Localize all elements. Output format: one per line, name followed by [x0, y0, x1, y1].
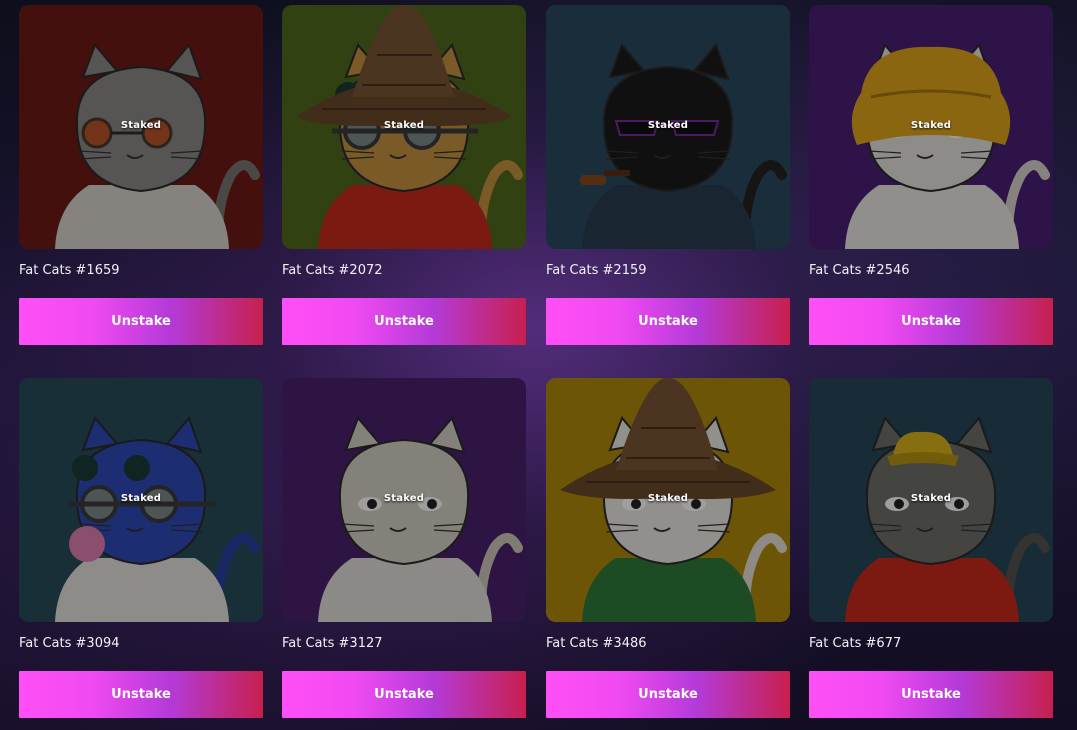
nft-image[interactable]: Staked [19, 378, 263, 622]
unstake-button[interactable]: Unstake [282, 298, 526, 345]
nft-image[interactable]: Staked [546, 378, 790, 622]
nft-name: Fat Cats #2546 [809, 263, 910, 278]
unstake-button[interactable]: Unstake [809, 298, 1053, 345]
nft-image[interactable]: Staked [546, 5, 790, 249]
nft-card: Staked Fat Cats #2546 Unstake [809, 5, 1053, 345]
unstake-button[interactable]: Unstake [809, 671, 1053, 718]
nft-name: Fat Cats #3127 [282, 636, 383, 651]
nft-image[interactable]: Staked [809, 5, 1053, 249]
staked-badge: Staked [910, 493, 952, 504]
nft-image[interactable]: Staked [282, 5, 526, 249]
nft-card: Staked Fat Cats #2072 Unstake [282, 5, 526, 345]
nft-name: Fat Cats #3486 [546, 636, 647, 651]
nft-grid: Staked Fat Cats #1659 Unstake Staked Fat… [0, 0, 1077, 730]
staked-badge: Staked [910, 120, 952, 131]
nft-name: Fat Cats #1659 [19, 263, 120, 278]
unstake-button[interactable]: Unstake [546, 298, 790, 345]
staked-badge: Staked [120, 120, 162, 131]
staked-badge: Staked [383, 493, 425, 504]
nft-image[interactable]: Staked [19, 5, 263, 249]
nft-card: Staked Fat Cats #677 Unstake [809, 378, 1053, 718]
nft-image[interactable]: Staked [282, 378, 526, 622]
unstake-button[interactable]: Unstake [19, 298, 263, 345]
nft-name: Fat Cats #2159 [546, 263, 647, 278]
nft-image[interactable]: Staked [809, 378, 1053, 622]
staked-badge: Staked [383, 120, 425, 131]
unstake-button[interactable]: Unstake [19, 671, 263, 718]
nft-card: Staked Fat Cats #3094 Unstake [19, 378, 263, 718]
nft-name: Fat Cats #3094 [19, 636, 120, 651]
nft-card: Staked Fat Cats #3486 Unstake [546, 378, 790, 718]
nft-card: Staked Fat Cats #2159 Unstake [546, 5, 790, 345]
nft-card: Staked Fat Cats #3127 Unstake [282, 378, 526, 718]
staked-badge: Staked [120, 493, 162, 504]
staked-badge: Staked [647, 120, 689, 131]
nft-name: Fat Cats #2072 [282, 263, 383, 278]
unstake-button[interactable]: Unstake [546, 671, 790, 718]
unstake-button[interactable]: Unstake [282, 671, 526, 718]
nft-name: Fat Cats #677 [809, 636, 902, 651]
staked-badge: Staked [647, 493, 689, 504]
nft-card: Staked Fat Cats #1659 Unstake [19, 5, 263, 345]
